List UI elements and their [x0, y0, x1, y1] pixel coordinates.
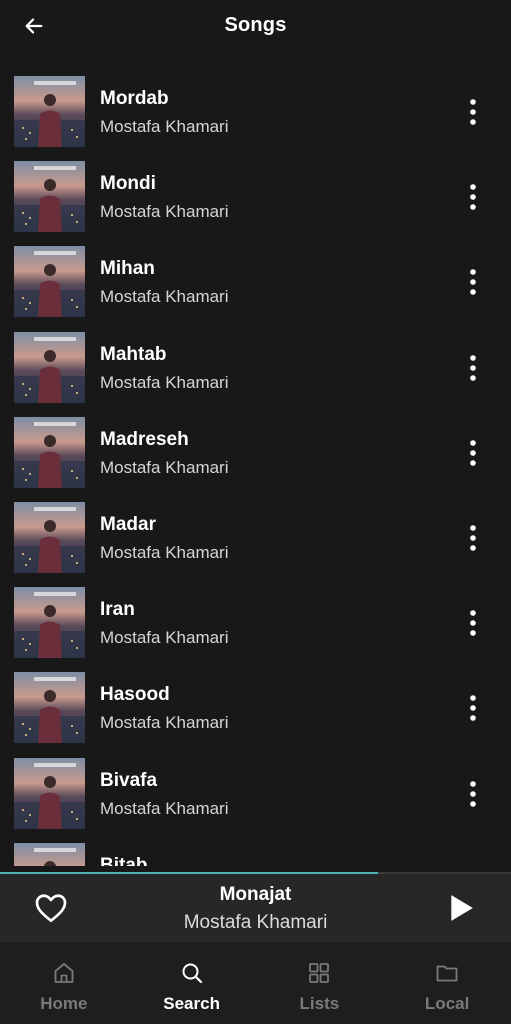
album-cover: [14, 757, 85, 829]
song-title: Mordab: [100, 88, 169, 109]
song-artist: Mostafa Khamari: [100, 372, 229, 392]
more-options-button[interactable]: [457, 437, 489, 469]
song-row[interactable]: Mihan Mostafa Khamari: [0, 236, 511, 321]
more-options-button[interactable]: [457, 692, 489, 724]
song-artist: Mostafa Khamari: [100, 202, 229, 222]
search-icon: [182, 963, 202, 984]
more-vertical-icon: [470, 525, 476, 551]
more-options-button[interactable]: [457, 181, 489, 213]
song-title: Madreseh: [100, 428, 189, 450]
song-title: Mihan: [100, 258, 155, 280]
album-art-image: [14, 331, 85, 403]
song-artist: Mostafa Khamari: [100, 713, 229, 733]
song-title: Madar: [100, 513, 156, 535]
song-row[interactable]: Iran Mostafa Khamari: [0, 577, 511, 662]
song-row[interactable]: Mondi Mostafa Khamari: [0, 151, 511, 236]
song-artist: Mostafa Khamari: [100, 628, 229, 648]
song-title: Hasood: [100, 684, 170, 706]
nav-item-home[interactable]: Home: [0, 942, 128, 1024]
play-button[interactable]: [443, 890, 479, 926]
nav-label-lists: Lists: [299, 994, 340, 1013]
song-row[interactable]: Madreseh Mostafa Khamari: [0, 407, 511, 492]
album-cover: [14, 416, 85, 488]
album-cover: [14, 672, 85, 744]
more-options-button[interactable]: [457, 778, 489, 810]
album-cover: [14, 161, 85, 233]
play-icon: [451, 895, 473, 921]
song-artist: Mostafa Khamari: [100, 117, 229, 136]
more-options-button[interactable]: [457, 266, 489, 298]
album-art-image: [14, 757, 85, 829]
more-vertical-icon: [470, 610, 476, 636]
more-vertical-icon: [470, 184, 476, 210]
progress-fill: [0, 872, 379, 874]
more-options-button[interactable]: [457, 863, 489, 866]
nav-item-local[interactable]: Local: [383, 942, 511, 1024]
album-art-image: [14, 161, 85, 233]
top-bar: Songs: [0, 0, 511, 56]
now-playing-title: Monajat: [219, 884, 292, 905]
page-title: Songs: [224, 14, 287, 36]
more-vertical-icon: [470, 99, 476, 125]
album-art-image: [14, 587, 85, 659]
song-artist: Mostafa Khamari: [100, 287, 229, 307]
more-vertical-icon: [470, 354, 476, 381]
grid-icon: [309, 963, 330, 983]
song-title: Bivafa: [100, 769, 158, 791]
more-options-button[interactable]: [457, 96, 489, 128]
nav-label-search: Search: [163, 994, 220, 1013]
album-art-image: [14, 672, 85, 744]
more-vertical-icon: [470, 269, 476, 296]
now-playing-bar[interactable]: Monajat Mostafa Khamari: [0, 872, 511, 942]
album-cover: [14, 246, 85, 318]
album-art-image: [14, 842, 85, 866]
progress-track[interactable]: [0, 872, 511, 874]
album-art-image: [14, 416, 85, 488]
bottom-navigation: Home Search Lists Local: [0, 942, 511, 1024]
song-artist: Mostafa Khamari: [100, 457, 229, 477]
nav-item-search[interactable]: Search: [128, 942, 256, 1024]
song-row[interactable]: BitabMostafa Khamari: [0, 833, 511, 866]
album-art-image: [14, 246, 85, 318]
song-row[interactable]: Mordab Mostafa Khamari: [0, 66, 511, 151]
song-row[interactable]: Bivafa Mostafa Khamari: [0, 748, 511, 833]
song-artist: Mostafa Khamari: [100, 542, 229, 562]
more-vertical-icon: [470, 439, 476, 466]
song-row[interactable]: Madar Mostafa Khamari: [0, 492, 511, 577]
more-options-button[interactable]: [457, 607, 489, 639]
song-title: Mahtab: [100, 343, 167, 365]
more-vertical-icon: [470, 695, 476, 722]
more-vertical-icon: [470, 780, 476, 807]
song-list[interactable]: Mordab Mostafa Khamari Mondi Mostafa Khamar…: [0, 66, 511, 866]
nav-label-local: Local: [424, 994, 470, 1013]
folder-icon: [436, 965, 458, 982]
album-cover: [14, 331, 85, 403]
album-cover: [14, 587, 85, 659]
song-row[interactable]: Hasood Mostafa Khamari: [0, 662, 511, 747]
song-row[interactable]: Mahtab Mostafa Khamari: [0, 322, 511, 407]
song-title: Bitab: [100, 854, 148, 866]
song-title: Mondi: [100, 173, 156, 195]
album-art-image: [14, 501, 85, 573]
home-icon: [54, 963, 74, 983]
nav-item-lists[interactable]: Lists: [256, 942, 384, 1024]
album-art-image: [14, 76, 85, 147]
album-cover: [14, 76, 85, 147]
album-cover: [14, 842, 85, 866]
more-options-button[interactable]: [457, 352, 489, 384]
album-cover: [14, 501, 85, 573]
song-artist: Mostafa Khamari: [100, 798, 229, 818]
more-options-button[interactable]: [457, 522, 489, 554]
nav-label-home: Home: [40, 994, 88, 1013]
now-playing-artist: Mostafa Khamari: [183, 912, 328, 933]
song-title: Iran: [100, 599, 135, 621]
